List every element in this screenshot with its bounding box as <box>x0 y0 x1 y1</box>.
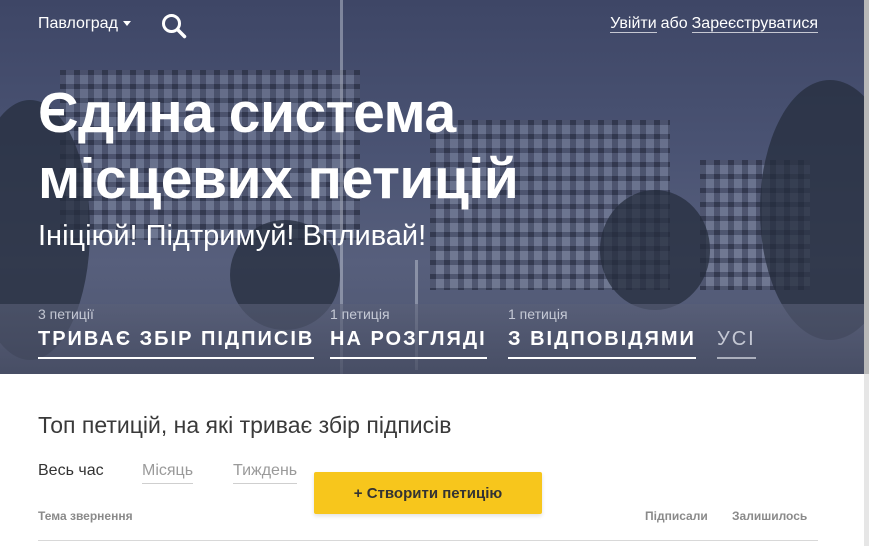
scrollbar-thumb[interactable] <box>864 0 869 374</box>
tab-count: 1 петиція <box>508 306 568 322</box>
city-name: Павлоград <box>38 15 118 32</box>
column-header-remaining: Залишилось <box>732 509 808 523</box>
top-bar: Павлоград Увійти або Зареєструватися <box>38 12 818 40</box>
tab-label: ТРИВАЄ ЗБІР ПІДПИСІВ <box>38 328 315 359</box>
create-petition-button[interactable]: + Створити петицію <box>314 472 542 514</box>
register-link[interactable]: Зареєструватися <box>691 15 818 33</box>
title-line-2: місцевих петицій <box>38 147 519 211</box>
table-divider <box>38 540 818 541</box>
login-link[interactable]: Увійти <box>610 15 657 33</box>
tab-label: З ВІДПОВІДЯМИ <box>508 328 696 359</box>
tab-label: НА РОЗГЛЯДІ <box>330 328 487 359</box>
or-text: або <box>660 15 688 32</box>
tab-answered[interactable]: 1 петиція З ВІДПОВІДЯМИ <box>508 306 696 359</box>
tab-count: 1 петиція <box>330 306 390 322</box>
title-line-1: Єдина система <box>38 81 456 145</box>
page-title: Єдина система місцевих петицій <box>38 80 519 212</box>
tab-label: УСІ <box>717 328 756 359</box>
tree <box>600 190 710 310</box>
tab-under-review[interactable]: 1 петиція НА РОЗГЛЯДІ <box>330 306 487 359</box>
auth-links: Увійти або Зареєструватися <box>610 15 818 33</box>
filter-month[interactable]: Місяць <box>142 462 194 484</box>
filter-all-time[interactable]: Весь час <box>38 462 104 480</box>
filter-week[interactable]: Тиждень <box>233 462 298 484</box>
tree <box>760 80 864 340</box>
column-header-signed: Підписали <box>645 509 708 523</box>
scrollbar[interactable] <box>864 0 869 546</box>
tab-count: 3 петиції <box>38 306 94 322</box>
tab-count <box>717 306 756 324</box>
hero-banner: Павлоград Увійти або Зареєструватися Єдина… <box>0 0 864 374</box>
tab-all[interactable]: УСІ <box>717 306 756 359</box>
city-selector[interactable]: Павлоград <box>38 15 131 33</box>
tab-collecting[interactable]: 3 петиції ТРИВАЄ ЗБІР ПІДПИСІВ <box>38 306 315 359</box>
column-header-topic: Тема звернення <box>38 509 133 523</box>
section-title: Топ петицій, на які триває збір підписів <box>38 412 452 438</box>
page-subtitle: Ініціюй! Підтримуй! Впливай! <box>38 220 427 252</box>
chevron-down-icon <box>122 21 131 27</box>
search-icon[interactable] <box>160 12 188 40</box>
